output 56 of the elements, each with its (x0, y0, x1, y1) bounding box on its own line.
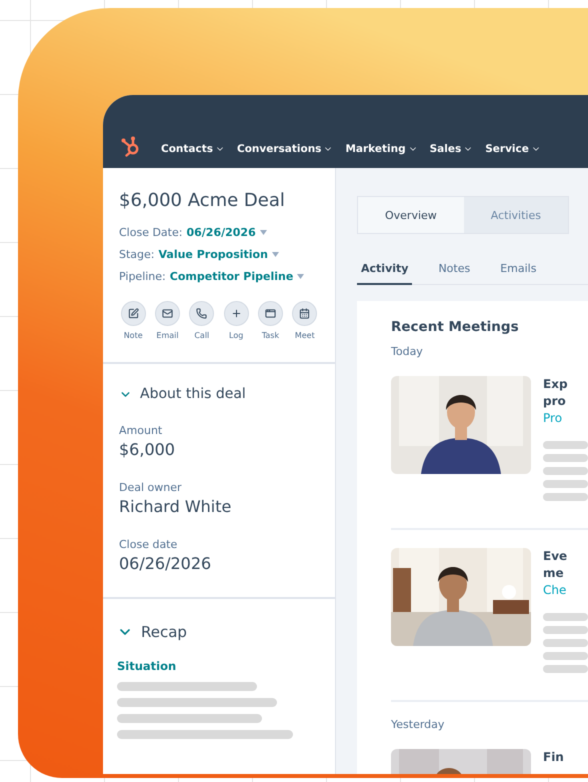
view-tab[interactable]: Overview (358, 197, 464, 233)
field-label: Close Date: (119, 226, 182, 238)
field-label: Stage: (119, 248, 154, 260)
nav-item[interactable]: Conversations (237, 143, 334, 155)
nav-item[interactable]: Service (485, 143, 541, 155)
section-header[interactable]: About this deal (119, 386, 246, 402)
nav-item[interactable]: Marketing (345, 143, 418, 155)
field-value-dropdown[interactable]: 06/26/2026 (186, 226, 256, 238)
recap-subtitle: Situation (117, 659, 178, 673)
group-label: Today (391, 345, 424, 358)
activity-tab[interactable]: Notes (434, 262, 474, 285)
property-label: Deal owner (119, 481, 183, 494)
calendar-icon (299, 308, 310, 319)
skeleton-line (543, 639, 588, 647)
activity-tab[interactable]: Activity (357, 262, 412, 285)
card-title: Recent Meetings (391, 319, 520, 335)
skeleton-line (543, 665, 588, 673)
skeleton-line (543, 613, 588, 621)
meeting-title: Exp (543, 376, 569, 393)
caret-icon (260, 230, 267, 234)
logo-icon (121, 135, 141, 157)
field-label: Pipeline: (119, 270, 166, 282)
skeleton-line (543, 441, 588, 449)
view-tab[interactable]: Activities (464, 197, 568, 233)
nav-item[interactable]: Contacts (161, 143, 225, 155)
property-value: 06/26/2026 (119, 554, 212, 573)
meeting-title: Eve (543, 548, 568, 565)
nav-item[interactable]: Sales (430, 143, 474, 155)
window-icon (264, 308, 276, 319)
meeting-title: Fin (543, 749, 565, 766)
mail-icon (162, 308, 173, 319)
plus-icon (230, 308, 242, 319)
meeting-title: pro (543, 393, 567, 410)
pencil-icon (128, 308, 139, 319)
meeting-title: me (543, 565, 565, 582)
activity-tab[interactable]: Emails (496, 262, 540, 285)
property-label: Amount (119, 424, 164, 437)
property-label: Close date (119, 538, 178, 551)
caret-icon (272, 252, 279, 256)
section-header[interactable]: Recap (117, 623, 187, 641)
skeleton-line (543, 454, 588, 462)
caret-icon (297, 274, 304, 278)
meeting-link[interactable]: Che (543, 582, 588, 599)
property-value: $6,000 (119, 440, 176, 459)
skeleton-line (543, 652, 588, 660)
property-value: Richard White (119, 497, 232, 516)
field-value-dropdown[interactable]: Competitor Pipeline (170, 270, 294, 282)
skeleton-line (543, 480, 588, 488)
group-label: Yesterday (391, 718, 446, 731)
phone-icon (196, 308, 208, 319)
deal-title: $6,000 Acme Deal (119, 190, 286, 211)
meeting-link[interactable]: Pro (543, 410, 588, 427)
skeleton-line (543, 493, 588, 501)
skeleton-line (543, 467, 588, 475)
skeleton-line (543, 626, 588, 634)
field-value-dropdown[interactable]: Value Proposition (158, 248, 268, 260)
